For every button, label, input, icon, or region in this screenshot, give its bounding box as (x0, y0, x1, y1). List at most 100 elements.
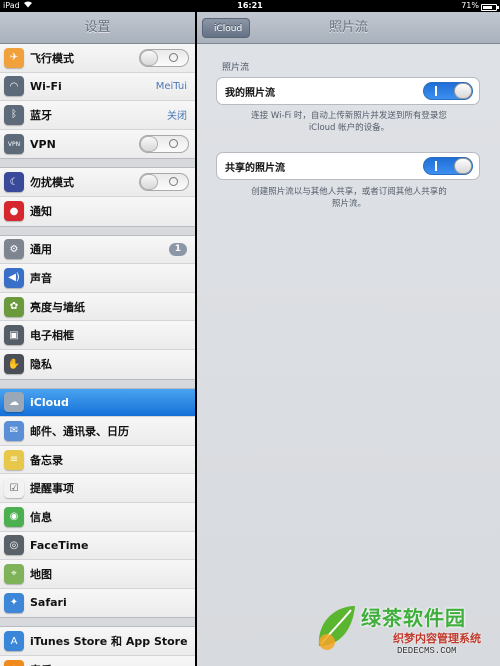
settings-row-label: 提醒事项 (30, 482, 74, 496)
settings-row[interactable]: ◎ FaceTime (0, 531, 195, 561)
cloud-icon: ☁ (4, 392, 24, 413)
toggle-switch[interactable] (139, 173, 189, 192)
settings-row-value: 关闭 (167, 111, 187, 123)
settings-row-label: 勿扰模式 (30, 176, 74, 190)
settings-row[interactable]: ▣ 电子相框 (0, 321, 195, 350)
settings-row-label: 信息 (30, 510, 52, 524)
messages-icon: ◉ (4, 506, 24, 527)
watermark-brand: 绿茶软件园 (361, 606, 466, 630)
app-store-icon: A (4, 631, 24, 652)
settings-row[interactable]: ☑ 提醒事项 (0, 474, 195, 503)
settings-row-label: 隐私 (30, 358, 52, 372)
back-to-icloud-button[interactable]: iCloud (202, 18, 251, 38)
settings-row-label: VPN (30, 137, 56, 151)
settings-row-label: 亮度与墙纸 (30, 300, 85, 314)
settings-row-label: 邮件、通讯录、日历 (30, 424, 129, 438)
settings-row-label: 蓝牙 (30, 108, 52, 122)
status-bar: iPad 16:21 71% (0, 0, 500, 12)
my-photo-stream-label: 我的照片流 (225, 87, 275, 99)
notification-icon: ● (4, 201, 24, 222)
my-photo-stream-note: 连接 Wi-Fi 时，自动上传新照片并发送到所有登录您 iCloud 帐户的设备… (227, 110, 471, 134)
settings-row[interactable]: ᛒ 蓝牙 关闭 (0, 101, 195, 130)
settings-row[interactable]: ♪ 音乐 (0, 655, 195, 666)
settings-row-label: iCloud (30, 395, 69, 409)
shared-photo-stream-switch[interactable] (423, 157, 473, 175)
settings-group: ✈ 飞行模式 ◠ Wi-Fi MeiTui ᛒ 蓝牙 关闭 VPN VPN (0, 44, 195, 160)
speaker-icon: ◀) (4, 267, 24, 288)
compass-icon: ✦ (4, 592, 24, 613)
my-photo-stream-row: 我的照片流 (216, 77, 480, 105)
detail-title: 照片流 (328, 20, 368, 35)
settings-group: ☾ 勿扰模式 ● 通知 (0, 167, 195, 227)
my-photo-stream-note-line2: iCloud 帐户的设备。 (308, 123, 390, 133)
settings-row-label: Wi-Fi (30, 79, 62, 93)
settings-row[interactable]: ◉ 信息 (0, 502, 195, 532)
flower-icon: ✿ (4, 296, 24, 317)
wifi-icon: ◠ (4, 76, 24, 97)
my-photo-stream-switch[interactable] (423, 82, 473, 100)
photo-stream-detail-pane: iCloud 照片流 照片流 我的照片流 连接 Wi-Fi 时，自动上传新照片并… (197, 12, 500, 666)
settings-row-label: 声音 (30, 271, 52, 285)
hand-icon: ✋ (4, 354, 24, 375)
shared-photo-stream-row: 共享的照片流 (216, 152, 480, 180)
settings-row[interactable]: ⚙ 通用 1 (0, 235, 195, 265)
gear-icon: ⚙ (4, 239, 24, 260)
watermark-line2: 织梦内容管理系统 (393, 632, 481, 645)
settings-row[interactable]: ≡ 备忘录 (0, 445, 195, 475)
moon-icon: ☾ (4, 172, 24, 193)
map-icon: ⌖ (4, 563, 24, 584)
settings-row[interactable]: ✿ 亮度与墙纸 (0, 292, 195, 322)
photo-frame-icon: ▣ (4, 325, 24, 346)
settings-row[interactable]: VPN VPN (0, 129, 195, 159)
settings-group: ⚙ 通用 1 ◀) 声音 ✿ 亮度与墙纸 ▣ 电子相框 ✋ 隐私 (0, 234, 195, 380)
settings-row[interactable]: ☾ 勿扰模式 (0, 168, 195, 197)
toggle-switch[interactable] (139, 48, 189, 67)
settings-row-label: iTunes Store 和 App Store (30, 635, 188, 649)
settings-group: AiTunes Store 和 App Store ♪ 音乐 (0, 626, 195, 666)
section-header: 照片流 (222, 63, 250, 73)
settings-row-label: 地图 (30, 567, 52, 581)
airplane-icon: ✈ (4, 47, 24, 68)
settings-row-value: MeiTui (155, 80, 187, 92)
music-icon: ♪ (4, 660, 24, 666)
settings-row[interactable]: ⌖ 地图 (0, 560, 195, 589)
watermark: 绿茶软件园 织梦内容管理系统 DEDECMS.COM (305, 600, 500, 666)
settings-master-pane: 设置 ✈ 飞行模式 ◠ Wi-Fi MeiTui ᛒ 蓝牙 关闭 VPN VPN ☾ 勿扰模式 ● 通知 ⚙… (0, 12, 195, 666)
vpn-icon: VPN (4, 134, 24, 155)
reminders-icon: ☑ (4, 478, 24, 499)
status-time: 16:21 (237, 1, 263, 10)
settings-group: ☁ iCloud ✉ 邮件、通讯录、日历 ≡ 备忘录 ☑ 提醒事项 ◉ 信息 ◎ FaceTime ⌖ 地… (0, 387, 195, 619)
settings-row-label: FaceTime (30, 538, 89, 552)
settings-row-label: 备忘录 (30, 453, 63, 467)
settings-row[interactable]: ☁ iCloud (0, 388, 195, 418)
watermark-line3: DEDECMS.COM (397, 646, 457, 656)
settings-row[interactable]: ● 通知 (0, 196, 195, 226)
my-photo-stream-note-line1: 连接 Wi-Fi 时，自动上传新照片并发送到所有登录您 (251, 111, 447, 121)
shared-photo-stream-label: 共享的照片流 (225, 162, 285, 174)
shared-photo-stream-note-line1: 创建照片流以与其他人共享，或者订阅其他人共享的 (251, 187, 447, 197)
settings-row[interactable]: ◀) 声音 (0, 264, 195, 293)
settings-row[interactable]: ✦ Safari (0, 588, 195, 618)
detail-nav-bar: iCloud 照片流 (197, 12, 500, 44)
battery-percent: 71% (461, 1, 479, 10)
shared-photo-stream-note-line2: 照片流。 (331, 199, 366, 209)
bluetooth-icon: ᛒ (4, 104, 24, 125)
facetime-icon: ◎ (4, 535, 24, 556)
mail-icon: ✉ (4, 420, 24, 441)
battery-icon (481, 3, 499, 11)
settings-row-label: 通知 (30, 205, 52, 219)
settings-row-label: 飞行模式 (30, 51, 74, 65)
shared-photo-stream-note: 创建照片流以与其他人共享，或者订阅其他人共享的 照片流。 (227, 186, 471, 210)
settings-row-label: 音乐 (30, 662, 52, 666)
toggle-switch[interactable] (139, 135, 189, 154)
settings-row[interactable]: ✋ 隐私 (0, 349, 195, 379)
settings-row[interactable]: ✈ 飞行模式 (0, 44, 195, 73)
settings-row[interactable]: ✉ 邮件、通讯录、日历 (0, 417, 195, 446)
settings-row[interactable]: ◠ Wi-Fi MeiTui (0, 72, 195, 102)
settings-row-label: Safari (30, 596, 67, 610)
settings-row[interactable]: AiTunes Store 和 App Store (0, 627, 195, 656)
green-leaf-logo-icon (318, 606, 355, 650)
settings-title: 设置 (0, 12, 195, 44)
settings-row-label: 电子相框 (30, 329, 74, 343)
update-count-badge: 1 (168, 242, 187, 256)
